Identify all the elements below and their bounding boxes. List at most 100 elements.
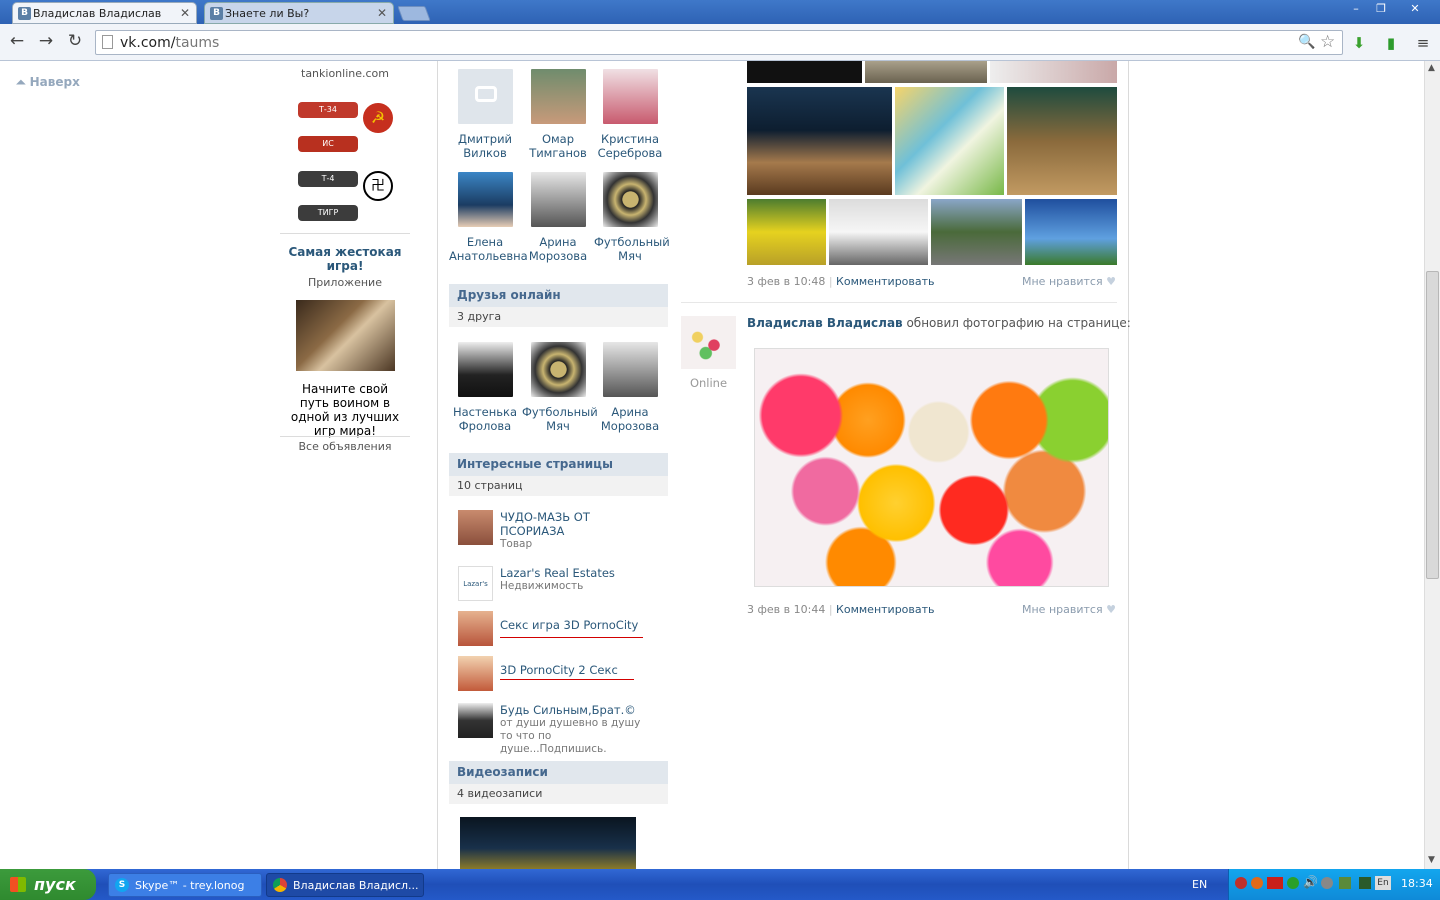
post-photo[interactable] [747,87,892,195]
like-button[interactable]: Мне нравится ♥ [1022,603,1116,616]
stats-extension-icon[interactable]: ▮ [1382,34,1400,52]
online-friend-nastenka[interactable]: Настенька Фролова [449,342,521,433]
post-photo[interactable] [1007,87,1117,195]
all-ads-link[interactable]: Все объявления [280,440,410,453]
ad-title-cut[interactable]: танки [280,61,410,63]
online-friend-arina[interactable]: Арина Морозова [594,342,666,433]
scroll-up-arrow-icon[interactable]: ▲ [1428,63,1435,73]
back-arrow-icon[interactable]: ← [7,32,27,52]
chrome-icon [273,878,287,892]
avatar [602,172,658,227]
page-title[interactable]: Lazar's Real Estates [500,566,615,580]
clock[interactable]: 18:34 [1401,877,1433,890]
post-date[interactable]: 3 фев в 10:48 [747,275,825,288]
page-title[interactable]: 3D PornoCity 2 Секс [500,663,618,677]
comment-link[interactable]: Комментировать [836,275,934,288]
volume-icon[interactable]: 🔊 [1303,875,1318,889]
ad2-title[interactable]: Самая жестокая игра! [285,245,405,273]
scrollbar-thumb[interactable] [1426,271,1439,579]
tray-app-icon[interactable] [1251,877,1263,889]
post-photo[interactable] [865,61,987,83]
post-photo[interactable] [1025,199,1117,265]
menu-icon[interactable]: ≡ [1414,34,1432,52]
post-photo[interactable] [895,87,1004,195]
ad2-text[interactable]: Начните свой путь воином в одной из лучш… [288,382,402,438]
tab-vk-profile[interactable]: B Владислав Владислав ✕ [12,2,197,24]
like-button[interactable]: Мне нравится ♥ [1022,275,1116,288]
game-ad-image[interactable] [296,300,395,371]
friend-elena[interactable]: Елена Анатольевна [449,172,528,263]
hammer-sickle-icon: ☭ [363,103,393,133]
page-title[interactable]: ЧУДО-МАЗЬ ОТ ПСОРИАЗА [500,510,620,538]
tank-tiger: ТИГР [298,205,358,221]
page-title[interactable]: Секс игра 3D PornoCity [500,618,638,632]
vk-favicon-icon: B [210,7,223,20]
ad-domain-link[interactable]: tankionline.com [280,67,410,80]
tray-app-icon[interactable] [1321,877,1333,889]
system-tray: 🔊 En 18:34 [1228,869,1440,900]
friend-kristina[interactable]: Кристина Сереброва [594,69,666,160]
download-extension-icon[interactable]: ⬇ [1350,34,1368,52]
scroll-down-arrow-icon[interactable]: ▼ [1428,855,1435,865]
post-photo[interactable] [990,61,1117,83]
red-underline [500,679,634,680]
up-arrow-icon: ⏶ [16,75,26,89]
back-to-top-link[interactable]: ⏶ Наверх [16,75,80,90]
post-photo[interactable] [931,199,1022,265]
friends-online-header[interactable]: Друзья онлайн [449,284,668,307]
tanks-ad-image[interactable]: Т-34 ☭ ИС Т-4 卍 ТИГР [295,93,395,223]
friend-dmitriy[interactable]: Дмитрий Вилков [449,69,521,160]
vertical-scrollbar[interactable]: ▲ ▼ [1424,61,1440,869]
network-icon[interactable] [1339,877,1351,889]
minimize-button[interactable]: – [1344,1,1368,17]
zoom-icon[interactable]: 🔍 [1298,34,1315,50]
page-title[interactable]: Будь Сильным,Брат.© [500,703,636,717]
video-thumbnail[interactable] [460,817,636,869]
post-date[interactable]: 3 фев в 10:44 [747,603,825,616]
tray-app-icon[interactable] [1359,877,1371,889]
author-avatar[interactable] [681,316,736,369]
tab-znaete-li-vy[interactable]: B Знаете ли Вы? ✕ [204,2,394,24]
close-window-button[interactable]: ✕ [1398,1,1432,17]
tray-app-icon[interactable] [1287,877,1299,889]
new-tab-button[interactable] [397,6,431,21]
friend-name: Мяч [618,249,642,263]
address-bar[interactable]: vk.com/taums 🔍 ☆ [95,30,1343,55]
friends-online-count[interactable]: 3 друга [449,307,668,327]
language-indicator[interactable]: En [1375,876,1391,890]
comment-link[interactable]: Комментировать [836,603,934,616]
taskbar-skype[interactable]: S Skype™ - trey.lonog [108,873,262,897]
close-tab-icon[interactable]: ✕ [180,3,190,23]
pages-header[interactable]: Интересные страницы [449,453,668,476]
page-category: Товар [500,538,533,550]
post-divider [681,302,1117,303]
divider [280,233,410,234]
online-friend-football[interactable]: Футбольный Мяч [522,342,598,433]
url-text: vk.com/taums [120,35,219,51]
tank-t34: Т-34 [298,102,358,118]
post2-footer: 3 фев в 10:44 | Комментировать [747,603,935,616]
post-photo[interactable] [747,61,862,83]
post-photo[interactable] [829,199,928,265]
taskbar-chrome[interactable]: Владислав Владисл... [266,873,424,897]
friend-football[interactable]: Футбольный Мяч [594,172,670,263]
forward-arrow-icon[interactable]: → [36,32,56,52]
tray-app-icon[interactable] [1235,877,1247,889]
friend-arina[interactable]: Арина Морозова [522,172,594,263]
friend-name: Морозова [528,249,588,263]
ati-icon[interactable] [1267,877,1283,889]
keyboard-language[interactable]: EN [1192,878,1207,891]
post-photo-candies[interactable] [754,348,1109,587]
bookmark-star-icon[interactable]: ☆ [1320,32,1335,52]
videos-header[interactable]: Видеозаписи [449,761,668,784]
reload-icon[interactable]: ↻ [65,32,85,52]
page-category: от души душевно в душу то что по душе...… [500,717,641,755]
start-button[interactable]: пуск [0,869,96,900]
post-photo[interactable] [747,199,826,265]
friend-omar[interactable]: Омар Тимганов [522,69,594,160]
videos-count[interactable]: 4 видеозаписи [449,784,668,804]
restore-button[interactable]: ❐ [1369,1,1393,17]
author-name[interactable]: Владислав Владислав [747,316,903,330]
close-tab-icon[interactable]: ✕ [377,3,387,23]
pages-count[interactable]: 10 страниц [449,476,668,496]
